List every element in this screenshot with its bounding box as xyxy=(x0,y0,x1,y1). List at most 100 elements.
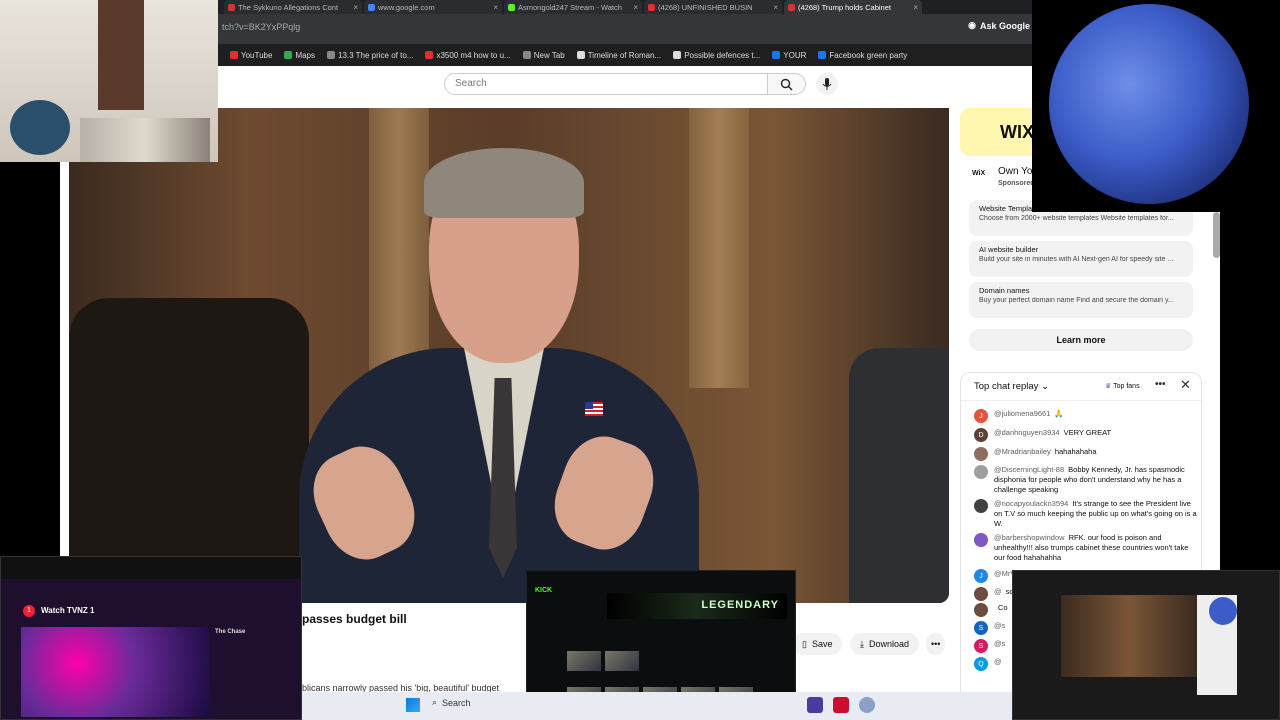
youtube-icon xyxy=(228,3,235,11)
chat-author[interactable]: @Mradrianbailey xyxy=(994,447,1051,456)
bookmark-price[interactable]: 13.3 The price of to... xyxy=(327,51,413,60)
search-button[interactable] xyxy=(768,73,806,95)
tvnz-window: 1 Watch TVNZ 1 The Chase xyxy=(0,556,302,720)
avatar[interactable] xyxy=(974,603,988,617)
scrollbar[interactable] xyxy=(1213,212,1220,258)
chat-close-button[interactable]: ✕ xyxy=(1180,377,1191,393)
avatar[interactable]: S xyxy=(974,621,988,635)
ask-google-button[interactable]: ◉ Ask Google xyxy=(968,20,1030,31)
bookmark-your[interactable]: YOUR xyxy=(772,51,806,60)
tvnz-video[interactable] xyxy=(21,627,209,717)
chat-message: @barbershopwindow RFK. our food is poison… xyxy=(974,533,1198,563)
avatar[interactable] xyxy=(974,533,988,547)
settings-icon[interactable] xyxy=(859,697,875,713)
bookmark-youtube[interactable]: YouTube xyxy=(230,51,272,60)
save-button[interactable]: ▯ Save xyxy=(792,633,843,655)
bookmark-facebook-green-party[interactable]: Facebook green party xyxy=(818,51,907,60)
tab-unfinished[interactable]: (4268) UNFINISHED BUSIN × xyxy=(644,0,782,14)
more-actions-button[interactable]: ••• xyxy=(926,633,946,655)
kick-icon xyxy=(508,3,515,11)
tab-trump-cabinet[interactable]: (4268) Trump holds Cabinet × xyxy=(784,0,922,14)
bookmark-new-tab[interactable]: New Tab xyxy=(522,50,565,60)
tab-label: Asmongold247 Stream - Watch xyxy=(518,2,622,12)
chat-author[interactable]: @nocapyoulackn3594 xyxy=(994,499,1068,508)
chat-author[interactable]: @danhnguyen3934 xyxy=(994,428,1060,437)
close-icon[interactable]: × xyxy=(633,3,638,12)
chat-header: Top chat replay ⌄ ♛ Top fans ••• ✕ xyxy=(961,373,1201,401)
video-player[interactable] xyxy=(69,108,949,603)
tab-sykkuno[interactable]: The Sykkuno Allegations Cont × xyxy=(224,0,362,14)
speaker-hair xyxy=(424,148,584,218)
close-icon[interactable]: × xyxy=(773,3,778,12)
ad-link-domains[interactable]: Domain names Buy your perfect domain nam… xyxy=(969,282,1193,318)
chat-author[interactable]: @s xyxy=(994,621,1005,630)
microphone-icon xyxy=(822,77,832,90)
chat-message-body: @s xyxy=(994,621,1009,635)
avatar[interactable] xyxy=(974,465,988,479)
search-icon: ⌕ xyxy=(432,697,438,707)
chat-author[interactable]: @juliomena9661 xyxy=(994,409,1050,418)
chat-text: hahahahaha xyxy=(1054,447,1097,456)
chat-message-body: @s xyxy=(994,639,1009,653)
video-title: passes budget bill xyxy=(302,612,407,626)
preview-video[interactable] xyxy=(1061,595,1197,677)
search-input[interactable]: Search xyxy=(444,73,768,95)
avatar[interactable] xyxy=(974,499,988,513)
tab-kick[interactable]: Asmongold247 Stream - Watch × xyxy=(504,0,642,14)
taskbar-search[interactable]: ⌕ Search xyxy=(432,697,471,708)
ad-link-title: Domain names xyxy=(979,286,1030,295)
tab-google[interactable]: www.google.com × xyxy=(364,0,502,14)
desk-clutter xyxy=(80,118,210,162)
avatar[interactable]: J xyxy=(974,409,988,423)
lens-icon: ◉ xyxy=(968,20,976,30)
chat-author[interactable]: @ xyxy=(994,657,1002,666)
avatar[interactable]: J xyxy=(974,569,988,583)
maps-icon xyxy=(284,51,293,59)
chat-text: 🙏 xyxy=(1054,409,1064,418)
ad-link-desc: Build your site in minutes with AI Next-… xyxy=(979,256,1174,263)
chat-author[interactable]: @ xyxy=(994,587,1002,596)
tab-bar: The Sykkuno Allegations Cont × www.google… xyxy=(218,0,1032,14)
chat-message-body: Co xyxy=(994,603,1008,617)
bookmark-defences[interactable]: Possible defences t... xyxy=(673,51,760,60)
bookmark-label: New Tab xyxy=(533,50,565,60)
avatar[interactable]: Q xyxy=(974,657,988,671)
avatar[interactable]: S xyxy=(974,639,988,653)
wikipedia-icon xyxy=(576,51,585,59)
app-icon[interactable] xyxy=(807,697,823,713)
url-field[interactable]: tch?v=BK2YxPPqlg xyxy=(222,22,300,32)
tvnz-show-title: The Chase xyxy=(215,629,246,635)
kick-banner: LEGENDARY xyxy=(607,593,787,619)
video-thumbnail[interactable] xyxy=(605,651,639,671)
windows-start-icon[interactable] xyxy=(406,698,420,712)
chat-text: VERY GREAT xyxy=(1063,428,1112,437)
avatar[interactable]: D xyxy=(974,428,988,442)
video-thumbnail[interactable] xyxy=(567,651,601,671)
voice-search-button[interactable] xyxy=(816,73,838,95)
chat-author[interactable]: @DiscerningLight-88 xyxy=(994,465,1064,474)
chat-mode-dropdown[interactable]: Top chat replay ⌄ xyxy=(974,381,1049,392)
bookmark-label: x3500 m4 how to u... xyxy=(436,50,511,60)
ad-link-ai-builder[interactable]: AI website builder Build your site in mi… xyxy=(969,241,1193,277)
curtain xyxy=(689,108,749,388)
chat-author[interactable]: @barbershopwindow xyxy=(994,533,1065,542)
bookmark-roman[interactable]: Timeline of Roman... xyxy=(576,51,661,60)
bookmark-x3500[interactable]: x3500 m4 how to u... xyxy=(425,50,511,60)
avatar[interactable] xyxy=(974,447,988,461)
chat-more-button[interactable]: ••• xyxy=(1155,379,1166,390)
avatar[interactable] xyxy=(974,587,988,601)
ad-link-desc: Buy your perfect domain name Find and se… xyxy=(979,297,1174,304)
pdf-icon[interactable] xyxy=(833,697,849,713)
close-icon[interactable]: × xyxy=(913,3,918,12)
crown-icon: ♛ xyxy=(1105,383,1112,390)
bookmark-maps[interactable]: Maps xyxy=(284,51,315,60)
chevron-down-icon: ⌄ xyxy=(1041,381,1050,392)
top-fans-button[interactable]: ♛ Top fans xyxy=(1105,382,1140,390)
download-button[interactable]: ⤓ Download xyxy=(850,633,920,655)
chat-author[interactable]: @s xyxy=(994,639,1005,648)
learn-more-button[interactable]: Learn more xyxy=(969,329,1193,351)
chat-message: @nocapyoulackn3594 It's strange to see th… xyxy=(974,499,1198,529)
ad-title[interactable]: Own Yo xyxy=(998,166,1032,177)
close-icon[interactable]: × xyxy=(493,3,498,12)
close-icon[interactable]: × xyxy=(353,3,358,12)
